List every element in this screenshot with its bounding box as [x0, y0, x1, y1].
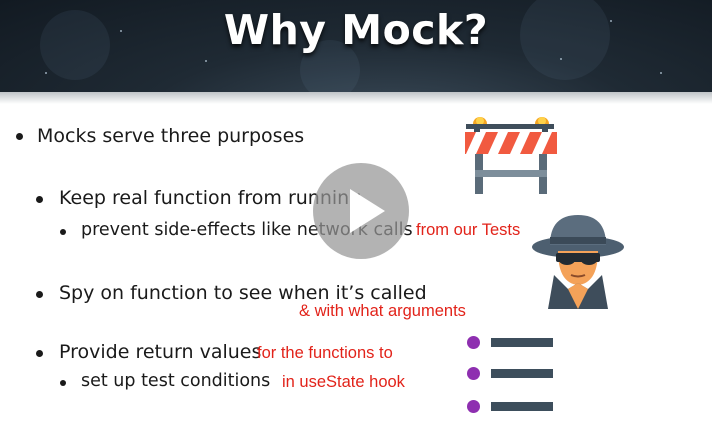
- star-decoration: [660, 72, 662, 74]
- bullet-provide-return-values: Provide return values: [59, 341, 262, 363]
- annotation-with-arguments: & with what arguments: [299, 302, 466, 320]
- list-line: [491, 369, 553, 378]
- list-line: [491, 402, 553, 411]
- slide: Why Mock? Mocks serve three purposes Kee…: [0, 0, 712, 430]
- bullet-dot: [36, 350, 43, 357]
- star-decoration: [560, 58, 562, 60]
- annotation-from-our-tests: from our Tests: [416, 221, 521, 239]
- bullet-dot: [36, 196, 43, 203]
- list-bullet-dot: [467, 336, 480, 349]
- slide-title: Why Mock?: [223, 6, 489, 54]
- bullet-dot: [16, 133, 23, 140]
- spy-icon: [532, 215, 624, 309]
- annotation-usestate-hook: in useState hook: [282, 373, 405, 391]
- star-decoration: [45, 72, 47, 74]
- road-barrier-icon: [465, 117, 557, 194]
- annotation-for-the-functions: for the functions to: [257, 344, 393, 362]
- bullet-mocks-purposes: Mocks serve three purposes: [37, 125, 305, 147]
- play-icon: [350, 189, 385, 233]
- sub-bullet-dot: [60, 380, 66, 386]
- play-button[interactable]: [313, 163, 409, 259]
- list-bullet-dot: [467, 400, 480, 413]
- sub-bullet-test-conditions: set up test conditions: [81, 371, 271, 391]
- star-decoration: [205, 60, 207, 62]
- header-shadow: [0, 92, 712, 104]
- bullet-dot: [36, 291, 43, 298]
- list-line: [491, 338, 553, 347]
- list-bullet-dot: [467, 367, 480, 380]
- sub-bullet-dot: [60, 229, 66, 235]
- title-bar: Why Mock?: [0, 0, 712, 92]
- bullet-spy-on-function: Spy on function to see when it’s called: [59, 282, 427, 304]
